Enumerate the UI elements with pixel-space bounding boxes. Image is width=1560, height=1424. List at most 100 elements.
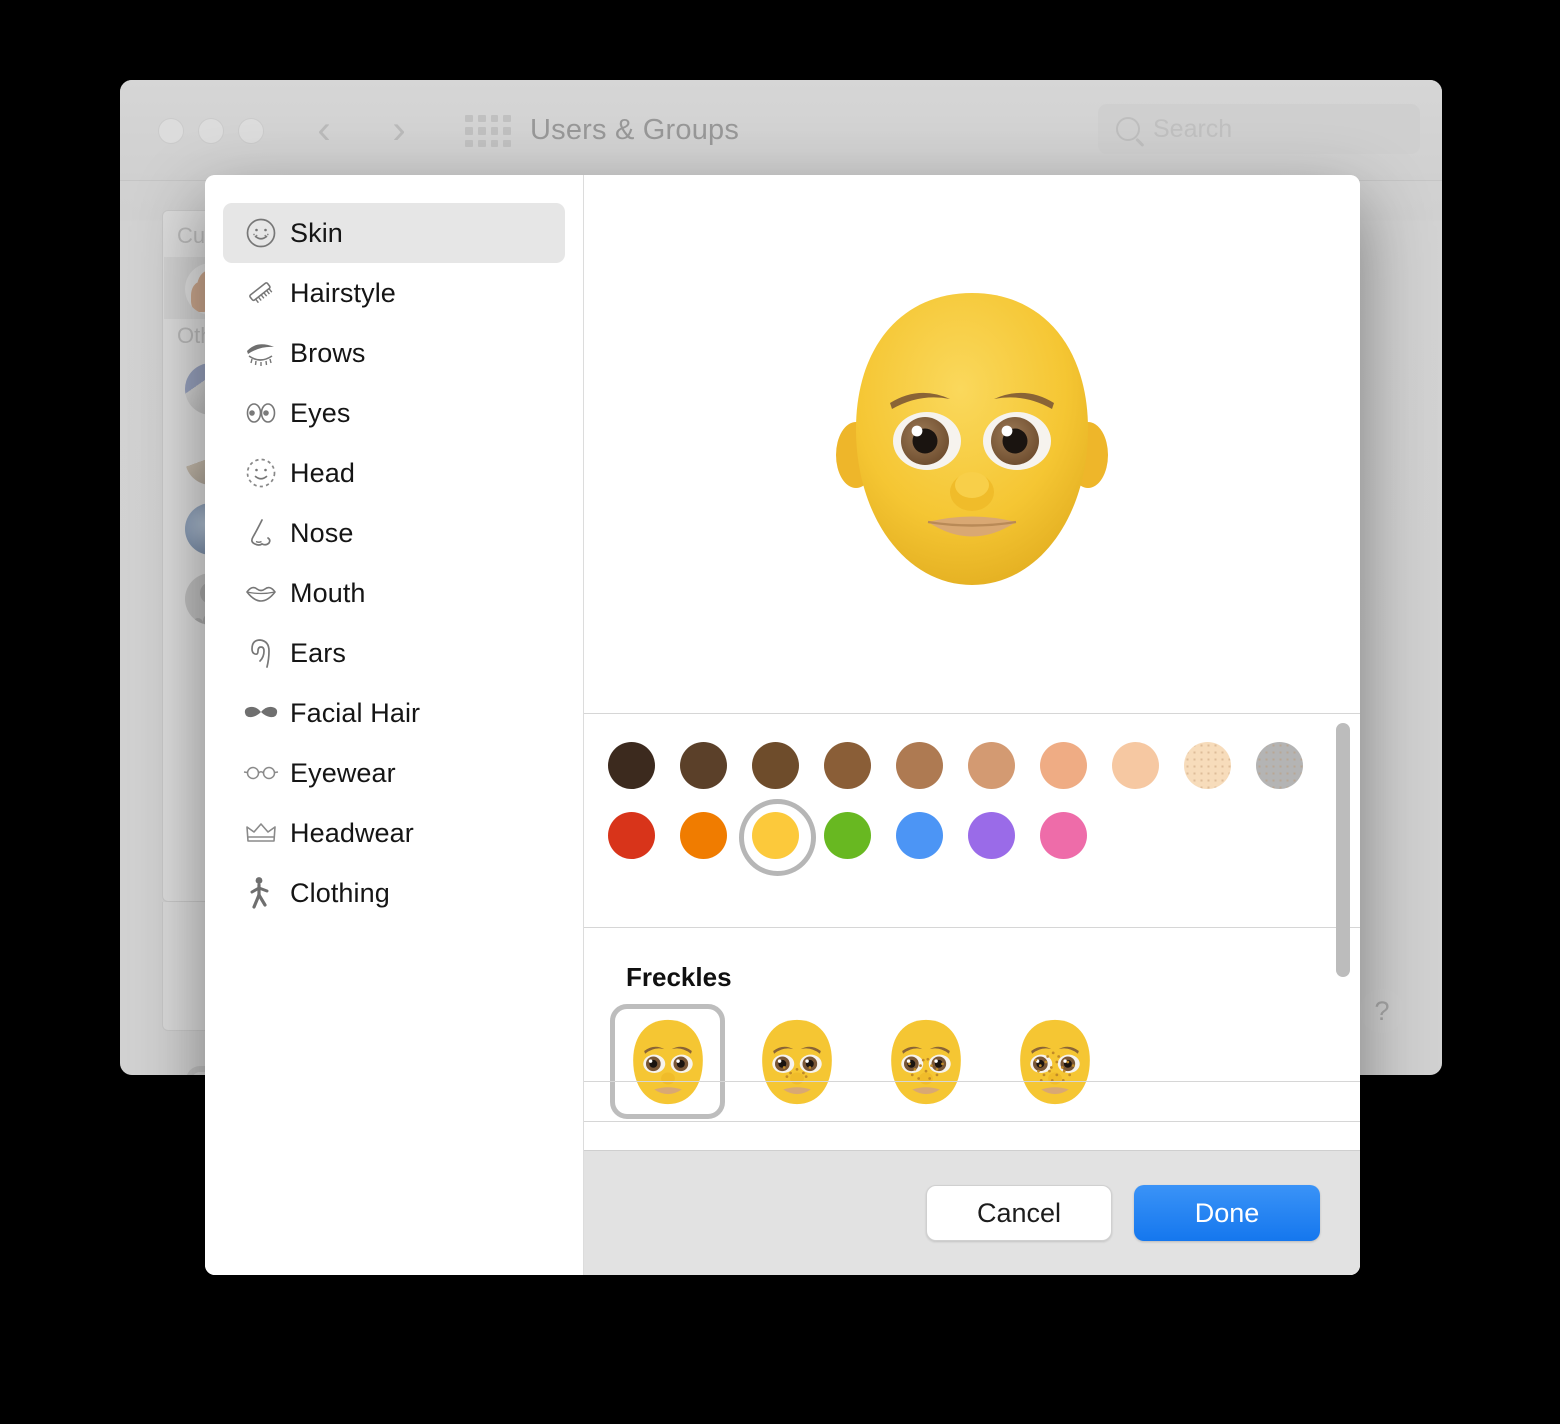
tone-2[interactable] (680, 742, 727, 789)
grid-apps-icon[interactable] (465, 115, 511, 147)
color-orange-swatch (680, 812, 727, 859)
chevron-right-icon[interactable]: › (385, 108, 413, 152)
done-button[interactable]: Done (1134, 1185, 1320, 1241)
tone-8[interactable] (1112, 742, 1159, 789)
editor-content: Freckles Cancel Done (584, 175, 1360, 1275)
color-pink[interactable] (1040, 812, 1087, 859)
tone-5-swatch (896, 742, 943, 789)
content-scrollbar[interactable] (1336, 723, 1350, 977)
sidebar-item-head[interactable]: Head (223, 443, 565, 503)
close-button[interactable] (158, 118, 184, 144)
color-blue[interactable] (896, 812, 943, 859)
smiley-freckles-icon (241, 213, 281, 253)
freckles-thumbnail (1019, 1019, 1090, 1104)
feature-sidebar[interactable]: Skin Hairstyle Brows Eyes Head Nose Mout… (205, 175, 584, 1275)
freckles-heavy[interactable] (997, 1004, 1112, 1119)
sidebar-item-headwear[interactable]: Headwear (223, 803, 565, 863)
tone-1[interactable] (608, 742, 655, 789)
color-purple-swatch (968, 812, 1015, 859)
sidebar-item-label: Headwear (290, 817, 414, 848)
tone-3-swatch (752, 742, 799, 789)
freckles-options (610, 1004, 1112, 1119)
comb-icon (241, 273, 281, 313)
search-input[interactable]: Search (1098, 104, 1420, 154)
color-green[interactable] (824, 812, 871, 859)
mustache-icon (241, 693, 281, 733)
tone-7-swatch (1040, 742, 1087, 789)
color-green-swatch (824, 812, 871, 859)
tone-10[interactable] (1256, 742, 1303, 789)
freckles-picker[interactable]: Freckles (584, 928, 1360, 1150)
cancel-button[interactable]: Cancel (926, 1185, 1112, 1241)
freckles-none[interactable] (610, 1004, 725, 1119)
eyes-icon (241, 393, 281, 433)
minimize-button[interactable] (198, 118, 224, 144)
sidebar-item-facial-hair[interactable]: Facial Hair (223, 683, 565, 743)
sidebar-item-skin[interactable]: Skin (223, 203, 565, 263)
freckles-light[interactable] (739, 1004, 854, 1119)
sidebar-item-nose[interactable]: Nose (223, 503, 565, 563)
color-red[interactable] (608, 812, 655, 859)
memoji-face-preview (836, 293, 1108, 585)
glasses-icon (241, 753, 281, 793)
freckles-medium[interactable] (868, 1004, 983, 1119)
sidebar-item-label: Nose (290, 517, 354, 548)
color-purple[interactable] (968, 812, 1015, 859)
section-divider (584, 1121, 1360, 1122)
eyebrow-icon (241, 333, 281, 373)
freckles-title: Freckles (626, 962, 732, 992)
group-label-current-user: Cu (177, 223, 206, 248)
dashed-face-icon (241, 453, 281, 493)
sidebar-item-eyes[interactable]: Eyes (223, 383, 565, 443)
tone-7[interactable] (1040, 742, 1087, 789)
freckles-thumbnail (632, 1019, 703, 1104)
window-titlebar: ‹ › Users & Groups Search (120, 80, 1442, 181)
sidebar-item-label: Eyewear (290, 757, 396, 788)
sidebar-item-clothing[interactable]: Clothing (223, 863, 565, 923)
color-blue-swatch (896, 812, 943, 859)
sidebar-item-label: Mouth (290, 577, 366, 608)
sidebar-item-brows[interactable]: Brows (223, 323, 565, 383)
skin-tone-picker[interactable] (584, 714, 1360, 928)
tone-3[interactable] (752, 742, 799, 789)
nose-icon (241, 513, 281, 553)
sidebar-item-label: Eyes (290, 397, 351, 428)
tone-4-swatch (824, 742, 871, 789)
tone-4[interactable] (824, 742, 871, 789)
dialog-footer: Cancel Done (584, 1150, 1360, 1275)
help-button[interactable]: ? (1360, 989, 1404, 1033)
sidebar-item-hairstyle[interactable]: Hairstyle (223, 263, 565, 323)
skin-tone-row-1 (608, 742, 1303, 789)
tone-9-swatch (1184, 742, 1231, 789)
tone-10-swatch (1256, 742, 1303, 789)
tone-6[interactable] (968, 742, 1015, 789)
walking-person-icon (241, 873, 281, 913)
sidebar-item-label: Brows (290, 337, 366, 368)
sidebar-item-label: Ears (290, 637, 346, 668)
sidebar-item-label: Clothing (290, 877, 390, 908)
search-placeholder: Search (1153, 115, 1233, 143)
sidebar-item-label: Skin (290, 217, 343, 248)
color-orange[interactable] (680, 812, 727, 859)
sidebar-item-ears[interactable]: Ears (223, 623, 565, 683)
avatar-preview (584, 175, 1360, 714)
skin-tone-row-2 (608, 799, 1087, 876)
search-icon (1116, 117, 1140, 141)
tone-5[interactable] (896, 742, 943, 789)
crown-icon (241, 813, 281, 853)
ear-icon (241, 633, 281, 673)
color-red-swatch (608, 812, 655, 859)
tone-8-swatch (1112, 742, 1159, 789)
zoom-button[interactable] (238, 118, 264, 144)
sidebar-item-mouth[interactable]: Mouth (223, 563, 565, 623)
freckles-thumbnail (761, 1019, 832, 1104)
color-yellow-swatch (752, 812, 799, 859)
sidebar-item-label: Head (290, 457, 355, 488)
tone-9[interactable] (1184, 742, 1231, 789)
color-yellow[interactable] (739, 799, 816, 876)
lips-icon (241, 573, 281, 613)
sidebar-item-eyewear[interactable]: Eyewear (223, 743, 565, 803)
chevron-left-icon[interactable]: ‹ (310, 108, 338, 152)
tone-6-swatch (968, 742, 1015, 789)
memoji-editor-dialog: Skin Hairstyle Brows Eyes Head Nose Mout… (205, 175, 1360, 1275)
